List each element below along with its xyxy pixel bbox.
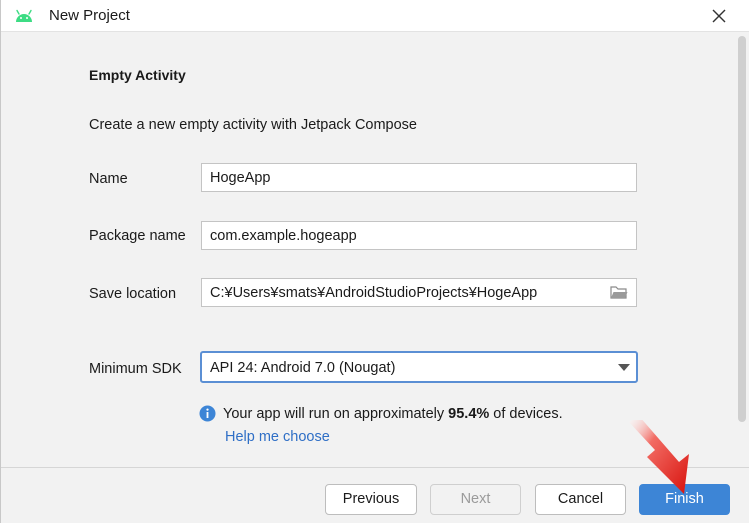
scrollbar-thumb[interactable] [738,36,746,422]
android-icon [16,9,32,22]
minimum-sdk-dropdown[interactable]: API 24: Android 7.0 (Nougat) [200,351,638,383]
close-icon[interactable] [708,5,730,27]
help-me-choose-link[interactable]: Help me choose [225,429,330,445]
save-location-field[interactable] [201,278,637,307]
coverage-text-before: Your app will run on approximately [223,406,449,422]
window-title: New Project [49,7,130,24]
save-location-label: Save location [89,286,177,302]
new-project-dialog: New Project Empty Activity Create a new … [0,0,749,523]
package-name-field[interactable] [201,221,637,250]
next-button[interactable]: Next [430,484,521,515]
folder-icon[interactable] [610,285,628,300]
previous-button[interactable]: Previous [325,484,417,515]
info-icon [199,405,216,422]
finish-button[interactable]: Finish [639,484,730,515]
minimum-sdk-label: Minimum SDK [89,361,182,377]
package-name-label: Package name [89,228,186,244]
template-description: Create a new empty activity with Jetpack… [89,117,417,133]
name-label: Name [89,171,128,187]
vertical-scrollbar[interactable] [735,32,749,467]
template-heading: Empty Activity [89,67,186,83]
cancel-button[interactable]: Cancel [535,484,626,515]
coverage-percentage: 95.4% [448,406,490,422]
minimum-sdk-selected: API 24: Android 7.0 (Nougat) [210,360,396,376]
device-coverage-text: Your app will run on approximately 95.4%… [223,406,563,422]
coverage-text-after: of devices. [489,406,563,422]
chevron-down-icon [618,364,630,371]
name-field[interactable] [201,163,637,192]
title-bar: New Project [1,0,749,32]
